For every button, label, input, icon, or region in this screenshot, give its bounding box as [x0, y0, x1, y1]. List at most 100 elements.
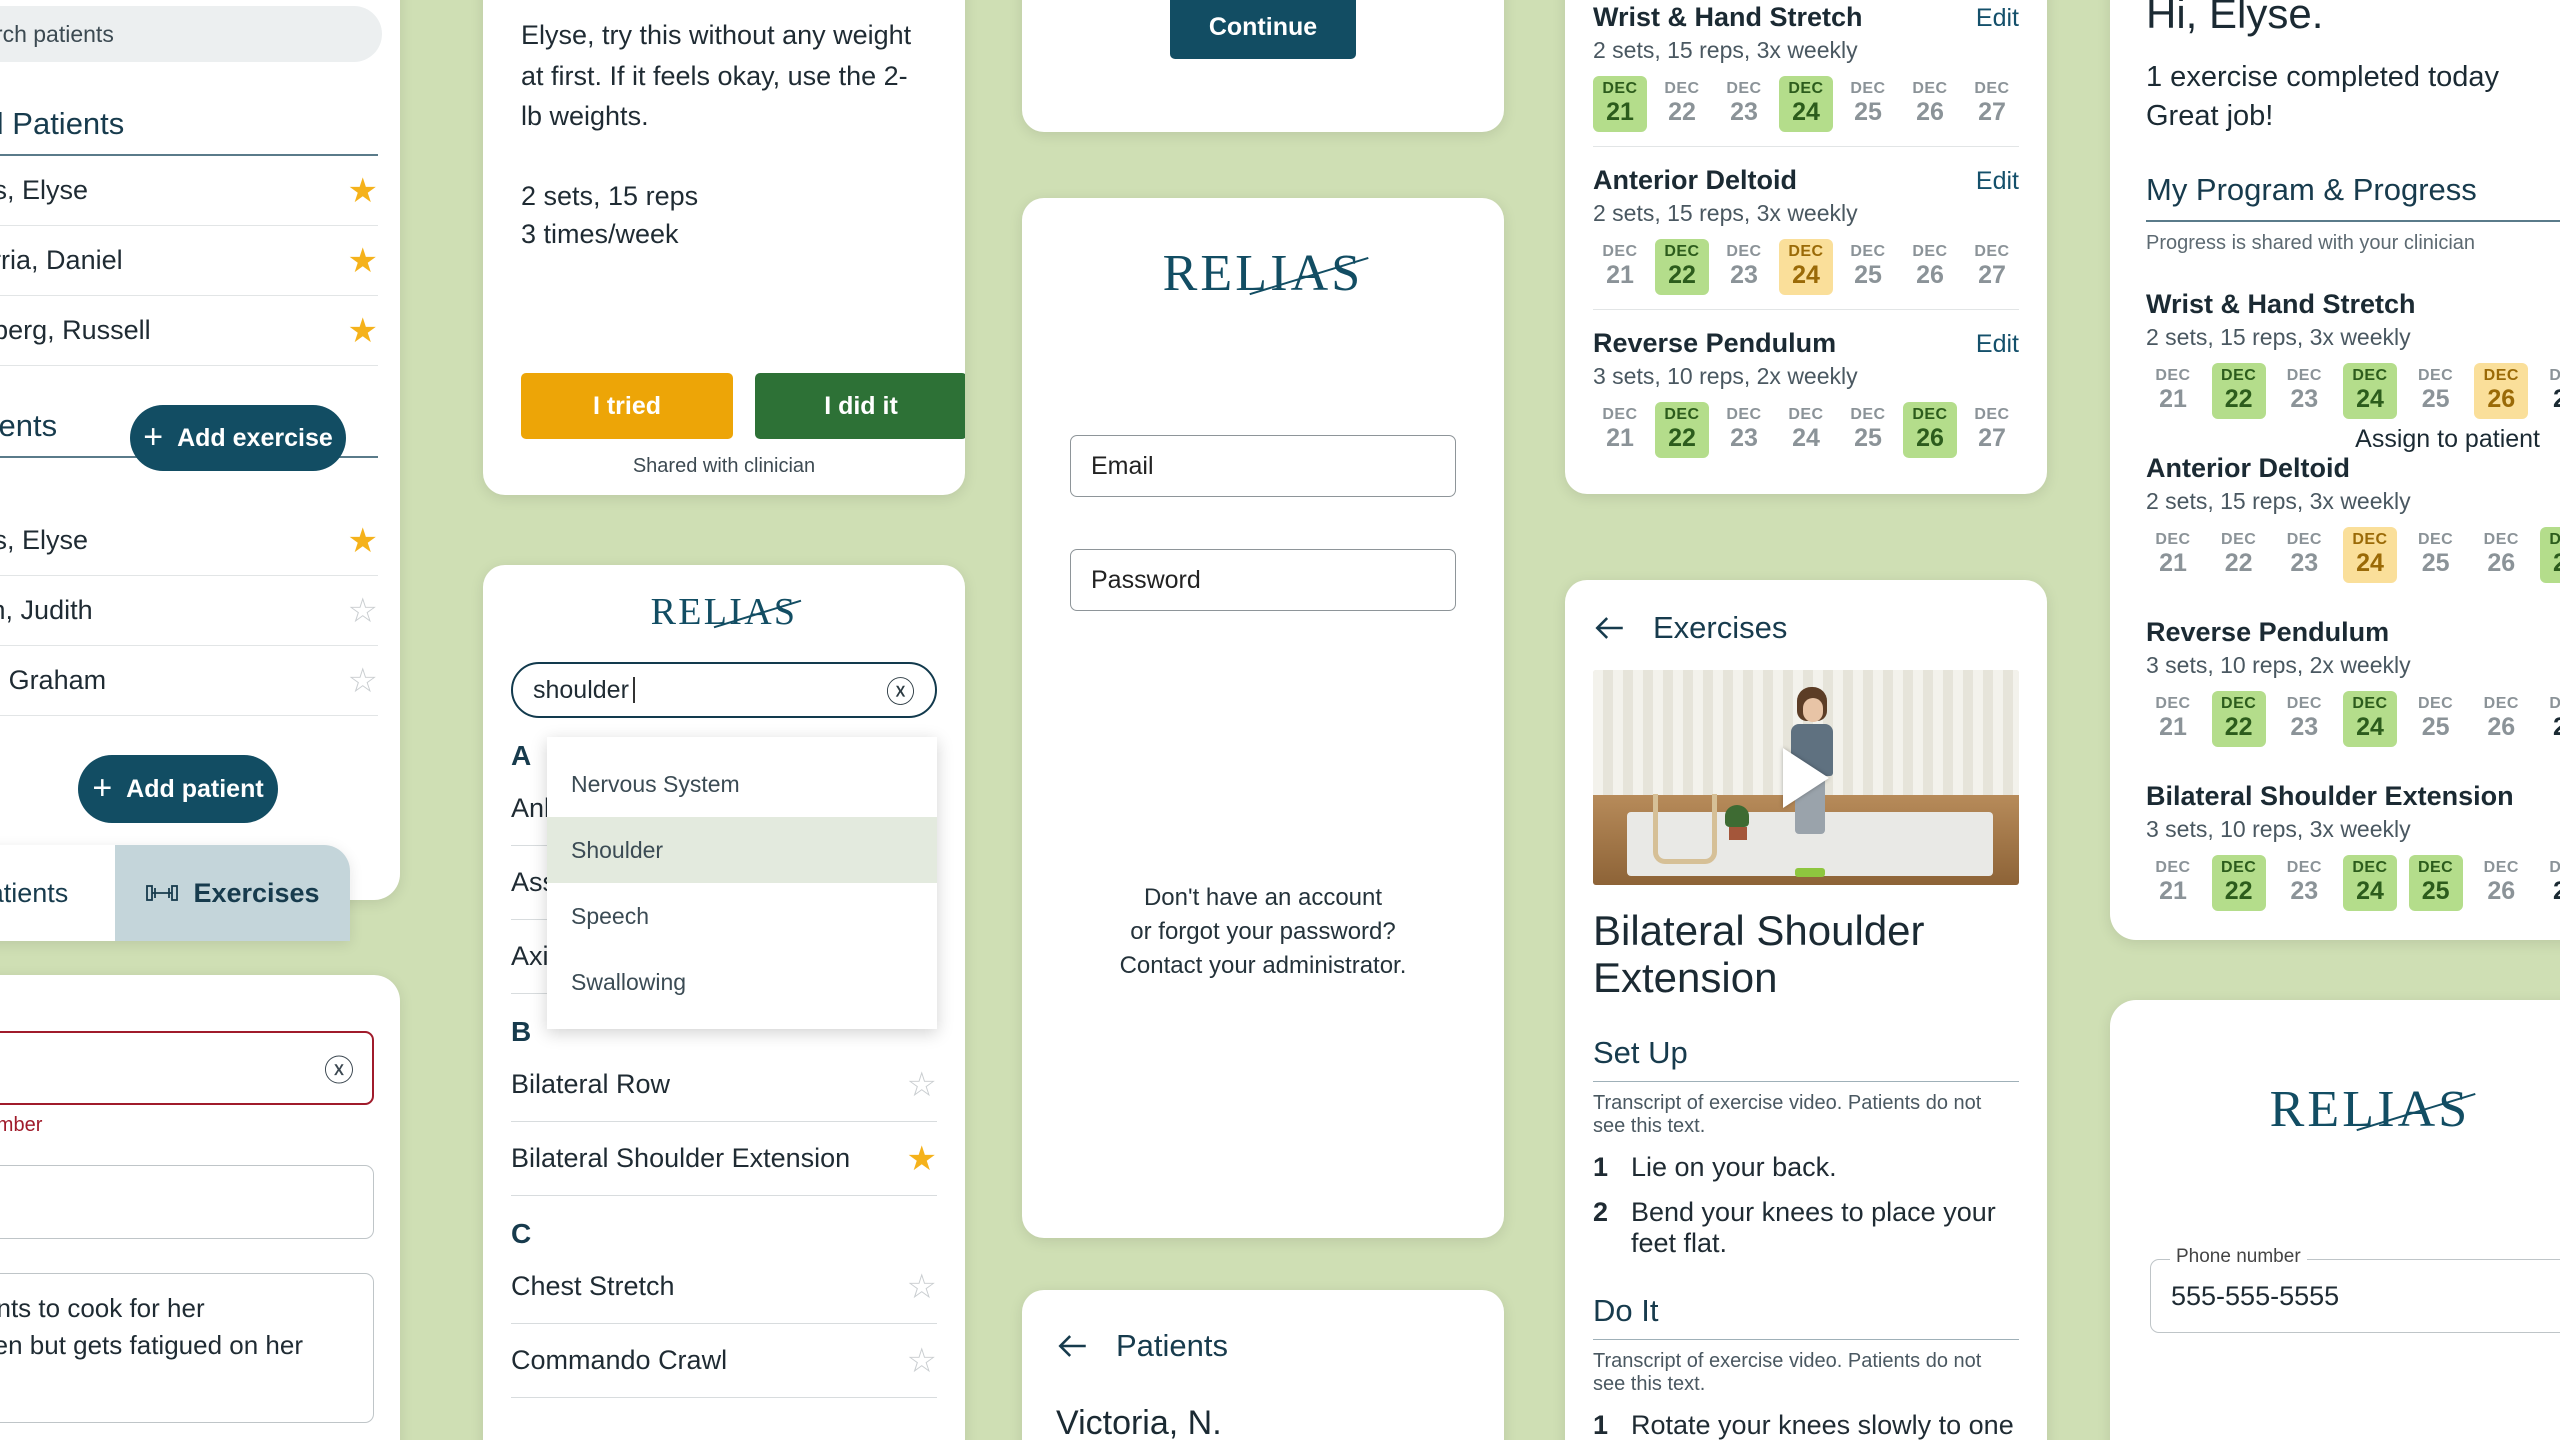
email-input[interactable]: Email: [1070, 435, 1456, 497]
day-chip[interactable]: DEC 22: [1655, 402, 1709, 458]
login-helper-text: Don't have an account or forgot your pas…: [1022, 881, 1504, 983]
day-chip[interactable]: DEC 21: [2146, 855, 2200, 911]
day-chip[interactable]: DEC 23: [2277, 527, 2331, 583]
phone-number-field[interactable]: Phone number 555-555-5555: [2150, 1246, 2560, 1333]
search-patients-input[interactable]: Search patients: [0, 6, 382, 62]
assign-to-patient-label[interactable]: Assign to patient: [2355, 425, 2540, 454]
i-did-it-button[interactable]: I did it: [755, 373, 965, 439]
day-chip[interactable]: DEC 23: [1717, 239, 1771, 295]
day-chip[interactable]: DEC27: [1965, 76, 2019, 132]
arrow-left-icon[interactable]: [1056, 1329, 1090, 1363]
suggestion-option[interactable]: Nervous System: [547, 751, 937, 817]
day-chip[interactable]: DEC 21: [2146, 527, 2200, 583]
patient-list-item[interactable]: Atkinson, Judith ☆: [0, 576, 378, 646]
notes-field[interactable]: Notes Retired, wants to cook for her gra…: [0, 1273, 374, 1423]
edit-exercise-link[interactable]: Edit: [1976, 4, 2019, 33]
clear-circle-icon[interactable]: ⓧ: [886, 669, 915, 711]
day-chip[interactable]: DEC 22: [2212, 527, 2266, 583]
day-chip[interactable]: DEC 25: [1841, 402, 1895, 458]
edit-exercise-link[interactable]: Edit: [1976, 167, 2019, 196]
phone-field[interactable]: Phone* 555-240 ⓧ Invalid phone number: [0, 1031, 374, 1137]
day-chip[interactable]: DEC 23: [2277, 691, 2331, 747]
day-chip[interactable]: DEC 21: [1593, 239, 1647, 295]
day-chip[interactable]: DEC 21: [1593, 402, 1647, 458]
day-chip[interactable]: DEC 22: [2211, 691, 2266, 748]
suggestion-option[interactable]: Speech: [547, 883, 937, 949]
day-chip[interactable]: DEC 26: [1903, 76, 1957, 132]
day-chip[interactable]: DEC 24: [2342, 855, 2397, 912]
day-chip[interactable]: DEC27: [2539, 527, 2560, 584]
star-outline-icon[interactable]: ☆: [907, 1344, 937, 1378]
exercise-list-item[interactable]: Bilateral Shoulder Extension ★: [511, 1122, 937, 1196]
day-chip[interactable]: DEC 24: [1779, 402, 1833, 458]
add-patient-button[interactable]: + Add patient: [78, 755, 278, 823]
day-chip[interactable]: DEC 25: [2408, 855, 2463, 912]
day-chip[interactable]: DEC 25: [2409, 691, 2463, 747]
day-chip[interactable]: DEC27: [1965, 239, 2019, 295]
day-chip[interactable]: DEC 26: [1903, 402, 1957, 458]
suggestion-option[interactable]: Swallowing: [547, 949, 937, 1015]
star-outline-icon[interactable]: ☆: [348, 594, 378, 628]
edit-exercise-link[interactable]: Edit: [1976, 330, 2019, 359]
exercise-list-item[interactable]: Chest Stretch ☆: [511, 1250, 937, 1324]
exercise-list-item[interactable]: Bilateral Row ☆: [511, 1048, 937, 1122]
star-filled-icon[interactable]: ★: [348, 174, 378, 208]
email-field[interactable]: Email: [0, 1165, 374, 1239]
day-chip[interactable]: DEC27: [2540, 363, 2560, 419]
day-chip[interactable]: DEC27: [2540, 855, 2560, 911]
patient-list-item[interactable]: Echeverria, Daniel ★: [0, 226, 378, 296]
day-chip[interactable]: DEC27: [2540, 691, 2560, 747]
star-filled-icon[interactable]: ★: [348, 244, 378, 278]
star-outline-icon[interactable]: ☆: [907, 1270, 937, 1304]
suggestion-option[interactable]: Shoulder: [547, 817, 937, 883]
patient-list-item[interactable]: Andrews, Elyse ★: [0, 156, 378, 226]
day-chip[interactable]: DEC 21: [2146, 363, 2200, 419]
day-chip[interactable]: DEC 24: [1779, 76, 1833, 132]
star-outline-icon[interactable]: ☆: [348, 664, 378, 698]
day-chip[interactable]: DEC 26: [2474, 527, 2528, 583]
day-chip[interactable]: DEC 22: [1655, 239, 1709, 295]
day-chip[interactable]: DEC 21: [1593, 76, 1647, 132]
day-chip[interactable]: DEC 23: [1717, 76, 1771, 132]
day-chip[interactable]: DEC27: [1965, 402, 2019, 458]
star-filled-icon[interactable]: ★: [907, 1142, 937, 1176]
patient-list-item[interactable]: Butcher, Graham ☆: [0, 646, 378, 716]
day-chip[interactable]: DEC 25: [2409, 527, 2463, 583]
day-chip[interactable]: DEC 26: [2474, 363, 2529, 420]
patient-row-name[interactable]: Victoria, N.: [1022, 1364, 1504, 1440]
day-chip[interactable]: DEC 26: [1903, 239, 1957, 295]
day-chip[interactable]: DEC 26: [2474, 855, 2528, 911]
arrow-left-icon[interactable]: [1593, 611, 1627, 645]
exercise-list-item[interactable]: Commando Crawl ☆: [511, 1324, 937, 1398]
day-chip[interactable]: DEC 25: [1841, 239, 1895, 295]
day-chip[interactable]: DEC 23: [2277, 855, 2331, 911]
add-exercise-button[interactable]: + Add exercise: [130, 405, 346, 471]
tab-patients[interactable]: Patients: [0, 845, 115, 941]
day-chip[interactable]: DEC 22: [1655, 76, 1709, 132]
day-chip[interactable]: DEC 24: [1779, 239, 1833, 295]
star-filled-icon[interactable]: ★: [348, 314, 378, 348]
day-chip[interactable]: DEC 21: [2146, 691, 2200, 747]
play-icon[interactable]: [1783, 747, 1829, 808]
patient-list-item[interactable]: Vandenberg, Russell ★: [0, 296, 378, 366]
star-outline-icon[interactable]: ☆: [907, 1068, 937, 1102]
day-chip[interactable]: DEC 24: [2342, 691, 2397, 748]
day-chip[interactable]: DEC 25: [1841, 76, 1895, 132]
i-tried-button[interactable]: I tried: [521, 373, 733, 439]
tab-exercises[interactable]: Exercises: [115, 845, 350, 941]
star-filled-icon[interactable]: ★: [348, 524, 378, 558]
continue-button[interactable]: Continue: [1170, 0, 1356, 59]
day-chip[interactable]: DEC 24: [2342, 527, 2397, 584]
password-input[interactable]: Password: [1070, 549, 1456, 611]
day-chip[interactable]: DEC 25: [2409, 363, 2463, 419]
clear-circle-icon[interactable]: ⓧ: [324, 1046, 354, 1090]
day-chip[interactable]: DEC 22: [2211, 363, 2266, 420]
exercise-search-input[interactable]: shoulder ⓧ: [511, 662, 937, 718]
day-chip[interactable]: DEC 24: [2342, 363, 2397, 420]
day-chip[interactable]: DEC 23: [2277, 363, 2331, 419]
day-chip[interactable]: DEC 26: [2474, 691, 2528, 747]
day-chip[interactable]: DEC 22: [2211, 855, 2266, 912]
patient-list-item[interactable]: Andrews, Elyse ★: [0, 506, 378, 576]
day-chip[interactable]: DEC 23: [1717, 402, 1771, 458]
exercise-video-thumbnail[interactable]: [1593, 670, 2019, 885]
